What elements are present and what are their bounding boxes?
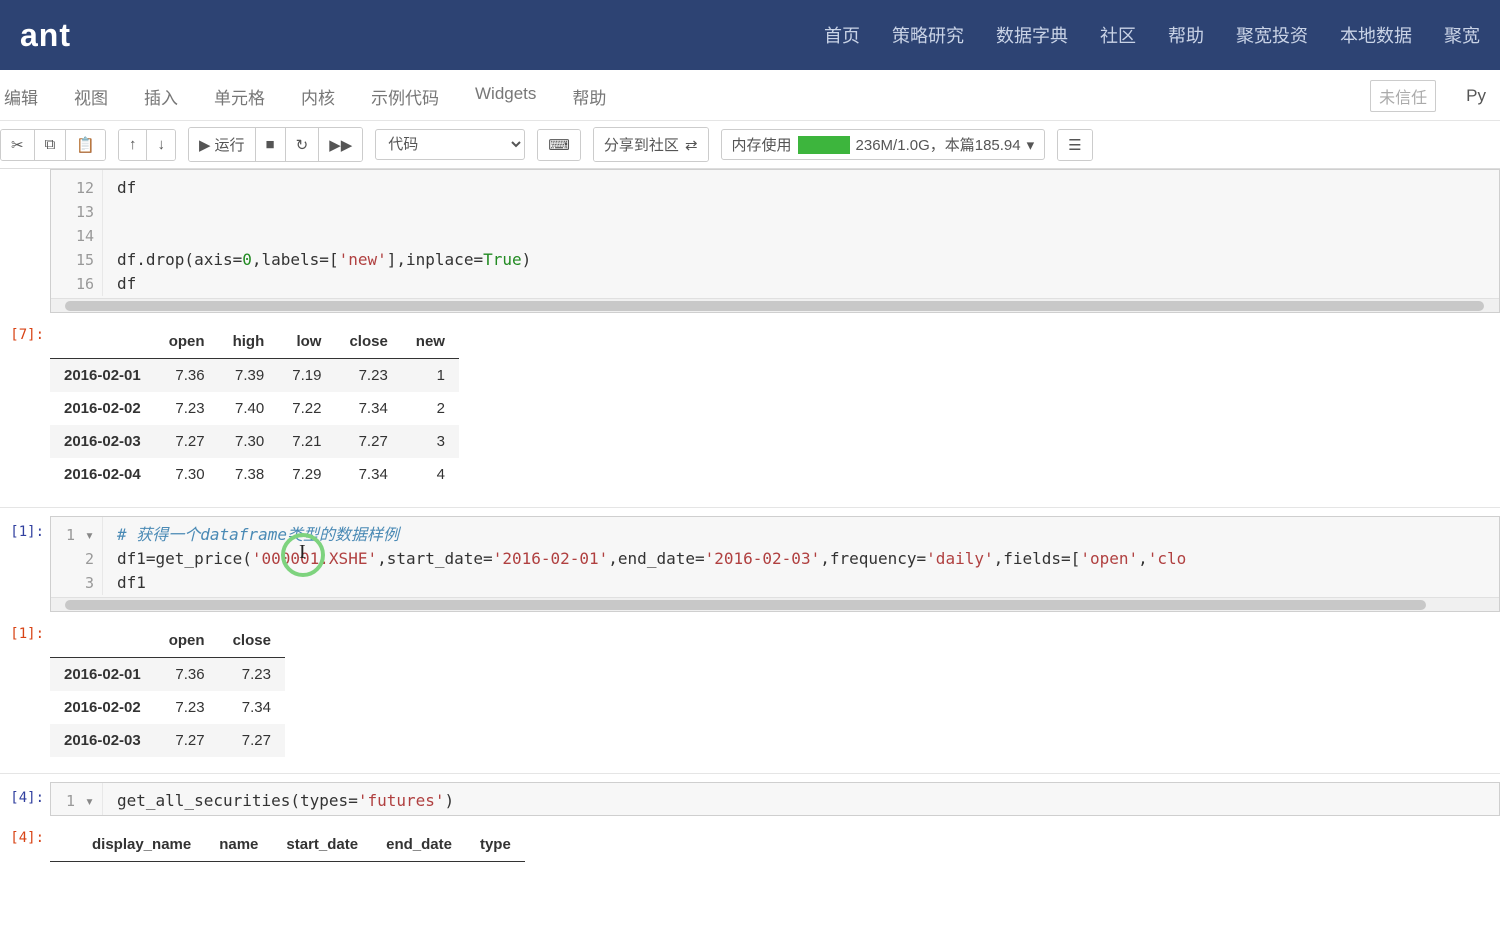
mem-text: 236M/1.0G，本篇185.94 xyxy=(856,134,1021,155)
play-icon: ▶ xyxy=(199,136,211,154)
menu-bar: 编辑 视图 插入 单元格 内核 示例代码 Widgets 帮助 未信任 Py xyxy=(0,70,1500,121)
trust-badge[interactable]: 未信任 xyxy=(1370,80,1436,112)
table-row: 2016-02-027.237.407.227.342 xyxy=(50,392,459,425)
restart-button[interactable]: ↻ xyxy=(286,128,320,161)
table-row: 2016-02-017.367.23 xyxy=(50,658,285,692)
nav-invest[interactable]: 聚宽投资 xyxy=(1236,22,1308,48)
celltype-select[interactable]: 代码 xyxy=(375,129,525,160)
code-cell[interactable]: [1]: 1 ▾ 2 3 # 获得一个dataframe类型的数据样例 df1=… xyxy=(0,516,1500,612)
output-cell: [7]: open high low close new 2016-02-017… xyxy=(0,319,1500,497)
run-button[interactable]: ▶运行 xyxy=(189,128,256,161)
menu-example[interactable]: 示例代码 xyxy=(371,84,439,109)
nav-help[interactable]: 帮助 xyxy=(1168,22,1204,48)
list-button[interactable]: ☰ xyxy=(1058,130,1091,160)
kernel-indicator: Py xyxy=(1466,86,1486,106)
top-nav: ant 首页 策略研究 数据字典 社区 帮助 聚宽投资 本地数据 聚宽 xyxy=(0,0,1500,70)
menu-kernel[interactable]: 内核 xyxy=(301,84,335,109)
arrow-down-icon: ↓ xyxy=(157,136,165,153)
out-prompt: [7]: xyxy=(0,319,50,497)
command-palette-button[interactable]: ⌨ xyxy=(538,130,580,160)
run-all-button[interactable]: ▶▶ xyxy=(319,128,362,161)
code-editor[interactable]: 12 13 14 15 16 df df.drop(axis=0,labels=… xyxy=(50,169,1500,313)
paste-button[interactable]: 📋 xyxy=(66,130,105,160)
dataframe-table: open close 2016-02-017.367.23 2016-02-02… xyxy=(50,624,285,757)
share-icon: ⇄ xyxy=(685,136,698,154)
table-row: 2016-02-027.237.34 xyxy=(50,691,285,724)
arrow-up-icon: ↑ xyxy=(129,136,137,153)
code-content[interactable]: get_all_securities(types='futures') xyxy=(109,783,1499,815)
in-prompt: [1]: xyxy=(0,516,50,612)
horizontal-scrollbar[interactable] xyxy=(51,298,1499,312)
table-row: 2016-02-047.307.387.297.344 xyxy=(50,458,459,491)
mem-label: 内存使用 xyxy=(732,134,792,155)
memory-indicator[interactable]: 内存使用 236M/1.0G，本篇185.94 ▾ xyxy=(721,129,1046,160)
fast-forward-icon: ▶▶ xyxy=(329,136,352,154)
nav-home[interactable]: 首页 xyxy=(824,22,860,48)
mem-bar-icon xyxy=(798,136,850,154)
refresh-icon: ↻ xyxy=(296,136,309,154)
code-editor[interactable]: 1 ▾ get_all_securities(types='futures') xyxy=(50,782,1500,816)
menu-view[interactable]: 视图 xyxy=(74,84,108,109)
copy-icon: ⧉ xyxy=(45,136,56,153)
output-cell: [1]: open close 2016-02-017.367.23 2016-… xyxy=(0,618,1500,763)
fold-icon[interactable]: ▾ xyxy=(84,789,94,813)
code-content[interactable]: df df.drop(axis=0,labels=['new'],inplace… xyxy=(109,170,1499,298)
scissors-icon: ✂ xyxy=(11,136,24,154)
move-down-button[interactable]: ↓ xyxy=(147,130,175,160)
dataframe-table: open high low close new 2016-02-017.367.… xyxy=(50,325,459,491)
horizontal-scrollbar[interactable] xyxy=(51,597,1499,611)
chevron-down-icon: ▾ xyxy=(1027,136,1035,154)
nav-local-data[interactable]: 本地数据 xyxy=(1340,22,1412,48)
stop-icon: ■ xyxy=(266,136,275,153)
code-cell[interactable]: [4]: 1 ▾ get_all_securities(types='futur… xyxy=(0,782,1500,816)
menu-edit[interactable]: 编辑 xyxy=(4,84,38,109)
nav-links: 首页 策略研究 数据字典 社区 帮助 聚宽投资 本地数据 聚宽 xyxy=(824,22,1480,48)
copy-button[interactable]: ⧉ xyxy=(35,130,67,160)
out-prompt: [1]: xyxy=(0,618,50,763)
toolbar: ✂ ⧉ 📋 ↑ ↓ ▶运行 ■ ↻ ▶▶ 代码 ⌨ 分享到社区⇄ 内存使用 23… xyxy=(0,121,1500,169)
table-row: 2016-02-017.367.397.197.231 xyxy=(50,359,459,393)
cut-button[interactable]: ✂ xyxy=(1,130,35,160)
menu-cell[interactable]: 单元格 xyxy=(214,84,265,109)
menu-help[interactable]: 帮助 xyxy=(572,84,606,109)
stop-button[interactable]: ■ xyxy=(256,128,286,161)
line-gutter: 1 ▾ 2 3 xyxy=(51,517,103,595)
brand-logo: ant xyxy=(20,17,71,54)
code-editor[interactable]: 1 ▾ 2 3 # 获得一个dataframe类型的数据样例 df1=get_p… xyxy=(50,516,1500,612)
dataframe-table: display_name name start_date end_date ty… xyxy=(50,828,525,862)
menu-widgets[interactable]: Widgets xyxy=(475,84,536,109)
code-content[interactable]: # 获得一个dataframe类型的数据样例 df1=get_price('00… xyxy=(109,517,1499,597)
paste-icon: 📋 xyxy=(76,136,95,154)
table-row: 2016-02-037.277.27 xyxy=(50,724,285,757)
table-row: 2016-02-037.277.307.217.273 xyxy=(50,425,459,458)
share-button[interactable]: 分享到社区⇄ xyxy=(594,128,708,161)
line-gutter: 1 ▾ xyxy=(51,783,103,815)
menu-insert[interactable]: 插入 xyxy=(144,84,178,109)
list-icon: ☰ xyxy=(1068,136,1081,154)
line-gutter: 12 13 14 15 16 xyxy=(51,170,103,296)
notebook-area: 12 13 14 15 16 df df.drop(axis=0,labels=… xyxy=(0,169,1500,868)
keyboard-icon: ⌨ xyxy=(548,136,570,154)
move-up-button[interactable]: ↑ xyxy=(119,130,148,160)
nav-jukuan[interactable]: 聚宽 xyxy=(1444,22,1480,48)
fold-icon[interactable]: ▾ xyxy=(84,523,94,547)
nav-strategy[interactable]: 策略研究 xyxy=(892,22,964,48)
nav-community[interactable]: 社区 xyxy=(1100,22,1136,48)
in-prompt xyxy=(0,169,50,313)
nav-data-dict[interactable]: 数据字典 xyxy=(996,22,1068,48)
in-prompt: [4]: xyxy=(0,782,50,816)
out-prompt: [4]: xyxy=(0,822,50,868)
output-cell: [4]: display_name name start_date end_da… xyxy=(0,822,1500,868)
code-cell[interactable]: 12 13 14 15 16 df df.drop(axis=0,labels=… xyxy=(0,169,1500,313)
